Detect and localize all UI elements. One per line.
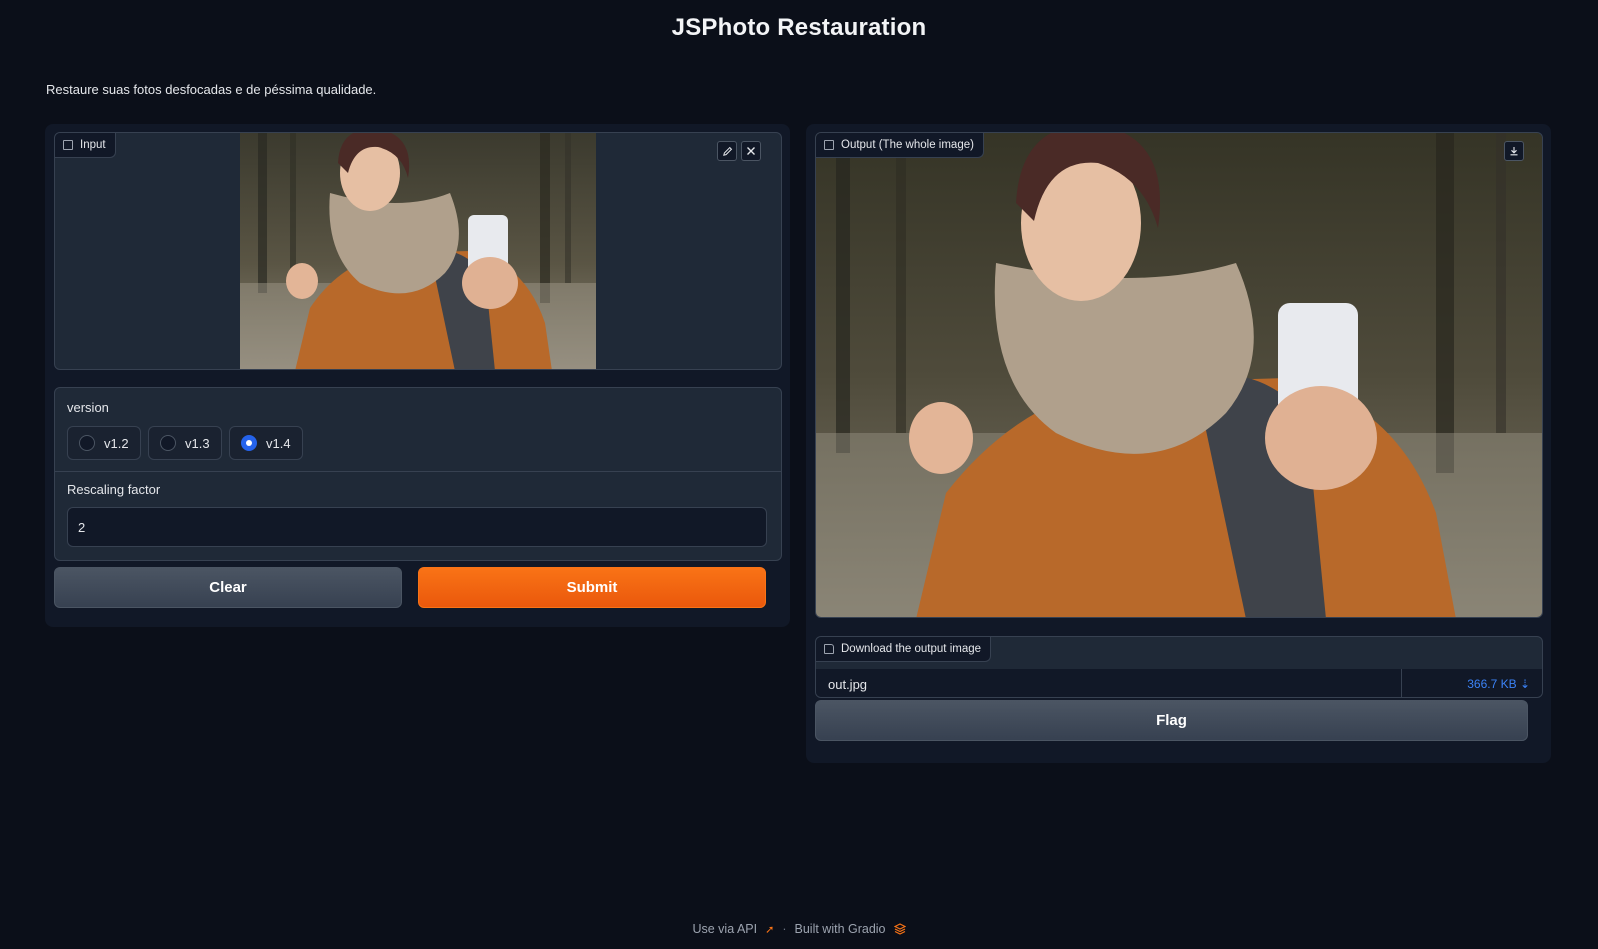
output-image-label-text: Output (The whole image) xyxy=(841,139,974,151)
built-with-gradio-link[interactable]: Built with Gradio xyxy=(795,922,886,936)
footer: Use via API ➚ · Built with Gradio xyxy=(0,922,1598,936)
file-row: out.jpg 366.7 KB ⇣ xyxy=(816,669,1542,697)
clear-image-button[interactable] xyxy=(741,141,761,161)
radio-circle-selected[interactable] xyxy=(241,435,257,451)
input-photo xyxy=(240,133,596,369)
image-icon xyxy=(824,140,834,150)
page-description: Restaure suas fotos desfocadas e de péss… xyxy=(46,82,377,97)
close-icon xyxy=(747,147,755,155)
radio-label: v1.4 xyxy=(266,435,291,451)
clear-button[interactable]: Clear xyxy=(54,567,402,608)
rescaling-factor-input[interactable] xyxy=(67,507,767,547)
app-root: JSPhoto Restauration Restaure suas fotos… xyxy=(0,0,1598,949)
file-download-link[interactable]: 366.7 KB ⇣ xyxy=(1402,677,1542,691)
image-icon xyxy=(63,140,73,150)
version-label: version xyxy=(67,400,109,415)
download-label-text: Download the output image xyxy=(841,643,982,655)
radio-label: v1.2 xyxy=(104,435,129,451)
gradio-logo-icon xyxy=(893,923,906,935)
footer-separator: · xyxy=(782,922,787,936)
input-column: Input version v1.2 v1.3 v1.4 Rescaling f… xyxy=(45,124,790,627)
flag-button[interactable]: Flag xyxy=(815,700,1528,741)
submit-button[interactable]: Submit xyxy=(418,567,766,608)
radio-circle[interactable] xyxy=(160,435,176,451)
radio-circle[interactable] xyxy=(79,435,95,451)
rescaling-label: Rescaling factor xyxy=(67,482,161,497)
output-image-label: Output (The whole image) xyxy=(816,133,984,158)
file-icon xyxy=(824,644,834,654)
page-title: JSPhoto Restauration xyxy=(671,14,927,41)
input-image-block[interactable]: Input xyxy=(54,132,782,370)
output-image-block: Output (The whole image) xyxy=(815,132,1543,618)
use-via-api-link[interactable]: Use via API xyxy=(692,922,757,936)
input-photo-image xyxy=(240,133,596,369)
divider xyxy=(55,471,781,472)
edit-image-button[interactable] xyxy=(717,141,737,161)
download-label: Download the output image xyxy=(816,637,992,662)
radio-label: v1.3 xyxy=(185,435,210,451)
radio-option-v1-3[interactable]: v1.3 xyxy=(148,426,222,460)
input-image-label-text: Input xyxy=(80,139,106,151)
radio-option-v1-2[interactable]: v1.2 xyxy=(67,426,141,460)
output-column: Output (The whole image) Download the ou… xyxy=(806,124,1551,763)
download-image-button[interactable] xyxy=(1504,141,1524,161)
download-file-block: Download the output image out.jpg 366.7 … xyxy=(815,636,1543,698)
output-photo xyxy=(816,133,1542,617)
download-icon xyxy=(1510,147,1518,156)
settings-block: version v1.2 v1.3 v1.4 Rescaling factor xyxy=(54,387,782,561)
input-image-label: Input xyxy=(55,133,116,158)
pencil-icon xyxy=(722,146,732,156)
rocket-icon: ➚ xyxy=(765,923,775,936)
file-name: out.jpg xyxy=(816,669,1402,697)
radio-option-v1-4[interactable]: v1.4 xyxy=(229,426,303,460)
